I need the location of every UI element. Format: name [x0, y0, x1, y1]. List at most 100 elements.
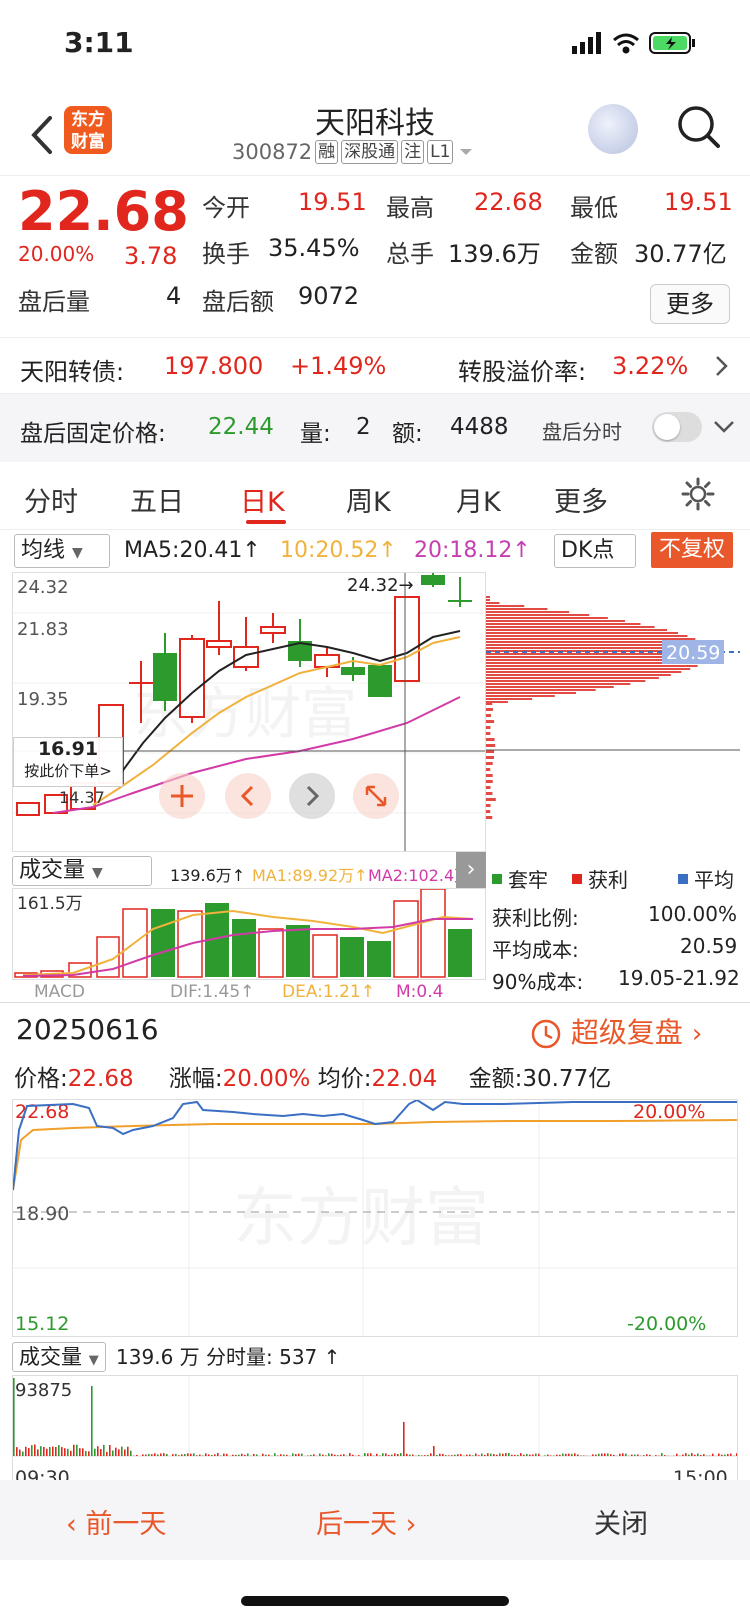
intraday-volume-bar — [175, 1454, 177, 1456]
intraday-volume-bar — [583, 1455, 585, 1456]
intraday-volume-bar — [544, 1455, 546, 1456]
intraday-volume-bar — [457, 1454, 459, 1456]
expand-panel-button[interactable]: › — [456, 852, 486, 888]
intraday-volume-bar — [490, 1454, 492, 1456]
stock-code-line[interactable]: 300872 融 深股通 注 L1 — [232, 140, 476, 164]
robot-avatar[interactable] — [588, 104, 638, 154]
intraday-volume-bar — [430, 1453, 432, 1456]
gear-icon[interactable] — [680, 476, 716, 512]
close-button[interactable]: 关闭 — [594, 1502, 648, 1541]
intraday-volume-bar — [187, 1453, 189, 1456]
intraday-chart[interactable]: 东方财富 22.68 18.90 15.12 20.00% -20.00% — [12, 1099, 738, 1337]
intraday-volume-bar — [649, 1455, 651, 1456]
intraday-volume-bar — [403, 1422, 405, 1456]
intraday-volume-bar — [256, 1454, 258, 1456]
intraday-volume-bar — [685, 1453, 687, 1456]
search-icon[interactable] — [674, 102, 724, 152]
ma10-value: 10:20.52↑ — [280, 538, 397, 563]
ah-fixed-label: 盘后固定价格: — [20, 414, 166, 448]
chip-bar — [486, 596, 490, 598]
intraday-volume-bar — [16, 1447, 18, 1456]
chip-bar — [486, 674, 671, 676]
chip-bar — [486, 786, 490, 789]
intraday-volume-bar — [643, 1455, 645, 1456]
plus-icon — [159, 773, 205, 819]
ah-amt-value: 4488 — [450, 414, 509, 440]
low-value: 19.51 — [664, 188, 733, 216]
intraday-volume-bar — [442, 1454, 444, 1456]
ma5-value: MA5:20.41↑ — [124, 538, 261, 563]
chip-bar — [486, 683, 630, 685]
chip-stats: 套牢 获利 平均 获利比例: 100.00% 平均成本: 20.59 90%成本… — [492, 856, 742, 1006]
intraday-volume-bar — [397, 1454, 399, 1456]
tab-daily-k[interactable]: 日K — [240, 480, 285, 519]
intraday-volume-dropdown[interactable]: 成交量 ▼ — [12, 1342, 106, 1372]
y-label-top: 24.32 — [17, 577, 69, 598]
intraday-volume-bar — [34, 1444, 36, 1456]
chip-bar — [486, 756, 494, 759]
intraday-volume-bar — [427, 1455, 429, 1456]
prev-day-button[interactable]: ‹ 前一天 — [66, 1502, 166, 1541]
volume-dropdown[interactable]: 成交量 ▼ — [12, 856, 152, 886]
volume-dropdown-label: 成交量 — [19, 858, 85, 883]
ma-indicator-bar: 均线 ▼ MA5:20.41↑ 10:20.52↑ 20:18.12↑ DK点 … — [0, 532, 750, 572]
intraday-volume-bar — [196, 1455, 198, 1456]
intraday-volume-bar — [472, 1455, 474, 1456]
intraday-volume-bar — [295, 1454, 297, 1456]
chevron-down-icon[interactable] — [712, 418, 736, 436]
indicator-dropdown[interactable]: 均线 ▼ — [14, 534, 110, 568]
intraday-volume-bar — [238, 1455, 240, 1456]
chip-bar — [486, 708, 493, 711]
chevron-right-icon — [712, 354, 732, 378]
intraday-volume-bar — [574, 1453, 576, 1456]
intraday-volume-bar — [337, 1455, 339, 1456]
kline-chart[interactable]: 东方财富 24.32 21.83 19.35 24.32→ 14.37 16.9… — [12, 572, 486, 852]
super-replay-link[interactable]: 超级复盘 › — [528, 1011, 702, 1051]
tab-monthly-k[interactable]: 月K — [456, 480, 501, 519]
convertible-bond-row[interactable]: 天阳转债: 197.800 +1.49% 转股溢价率: 3.22% — [0, 338, 750, 394]
avg-price-line — [13, 1120, 737, 1190]
intraday-volume-bar — [511, 1455, 513, 1456]
chip-bar — [486, 671, 681, 673]
tab-timeshare[interactable]: 分时 — [24, 480, 78, 519]
ah-timeshare-label: 盘后分时 — [542, 416, 622, 445]
intraday-volume-bar — [124, 1449, 126, 1456]
intraday-volume-bar — [94, 1449, 96, 1456]
intraday-volume-bar — [334, 1455, 336, 1456]
intraday-volume-bar — [115, 1448, 117, 1456]
prev-candle-button[interactable] — [225, 773, 271, 819]
intraday-volume-bar — [166, 1454, 168, 1456]
intraday-volume-bar — [343, 1454, 345, 1456]
volume-header: 成交量 ▼ 139.6万↑ MA1:89.92万↑ MA2:102.4万 › — [12, 856, 486, 888]
intraday-volume-bar — [724, 1455, 726, 1456]
adjust-button[interactable]: 不复权 — [651, 532, 733, 568]
ah-volume-value: 4 — [166, 282, 181, 310]
chip-bar — [486, 720, 494, 723]
intraday-volume-bar — [592, 1454, 594, 1456]
plus-button[interactable] — [159, 773, 205, 819]
ah-timeshare-toggle[interactable] — [652, 412, 702, 442]
intraday-volume-bar — [217, 1453, 219, 1456]
intraday-volume-bar — [688, 1455, 690, 1456]
premium-label: 转股溢价率: — [458, 352, 586, 387]
next-day-button[interactable]: 后一天 › — [316, 1502, 416, 1541]
intraday-volume-bar — [367, 1453, 369, 1456]
more-button[interactable]: 更多 — [650, 284, 730, 324]
crosshair-price-box[interactable]: 16.91 按此价下单> — [13, 737, 123, 787]
expand-button[interactable] — [353, 773, 399, 819]
tab-more[interactable]: 更多 — [554, 480, 608, 519]
high-value: 22.68 — [474, 188, 543, 216]
tab-five-day[interactable]: 五日 — [130, 480, 184, 519]
tab-weekly-k[interactable]: 周K — [346, 480, 391, 519]
chip-bar — [486, 792, 492, 795]
next-candle-button[interactable] — [289, 773, 335, 819]
indicator-label: 均线 — [21, 538, 65, 563]
intraday-volume-bar — [475, 1453, 477, 1456]
dk-point-dropdown[interactable]: DK点 — [554, 534, 636, 568]
intraday-volume-bar — [73, 1445, 75, 1456]
intraday-volume-bar — [601, 1453, 603, 1456]
legend-profit: 获利 — [588, 864, 628, 893]
day-nav-bar: ‹ 前一天 后一天 › 关闭 — [0, 1480, 750, 1560]
intraday-volume-bar — [700, 1455, 702, 1456]
intraday-volume-bar — [418, 1455, 420, 1456]
